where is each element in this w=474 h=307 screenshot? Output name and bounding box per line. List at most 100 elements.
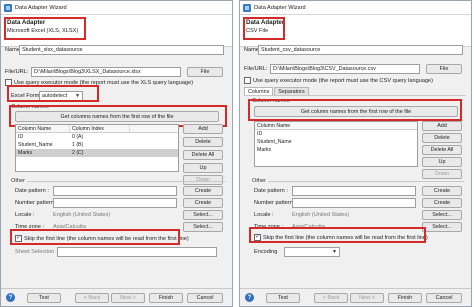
up-button[interactable]: Up — [422, 157, 462, 167]
delete-all-button[interactable]: Delete All — [422, 145, 462, 155]
col-header-name: Column Name — [257, 122, 291, 129]
cell-column-index: 2 (C) — [72, 150, 84, 156]
name-field[interactable]: Student_xlsx_datasource — [19, 45, 224, 55]
add-button[interactable]: Add — [183, 124, 223, 134]
file-url-field[interactable]: D:\Milan\Blogs\Blog3\XLSX_Datasource.xls… — [31, 67, 181, 77]
file-button[interactable]: File — [426, 64, 462, 74]
up-button[interactable]: Up — [183, 163, 223, 173]
help-icon[interactable]: ? — [245, 293, 254, 302]
query-executor-label: Use query executor mode (the report must… — [253, 77, 434, 84]
locale-select-button[interactable]: Select... — [422, 210, 462, 220]
divider — [27, 181, 225, 182]
date-pattern-field[interactable] — [53, 186, 177, 196]
file-button[interactable]: File — [187, 67, 223, 77]
back-button[interactable]: < Back — [75, 293, 109, 303]
cell-column-name: ID — [18, 134, 24, 140]
help-icon[interactable]: ? — [6, 293, 15, 302]
number-create-button[interactable]: Create — [422, 198, 462, 208]
skip-first-line-checkbox[interactable] — [254, 233, 261, 241]
table-row[interactable]: Student_Name — [255, 138, 417, 146]
skip-first-line-label: Skip the first line (the column names wi… — [263, 234, 428, 241]
cancel-button[interactable]: Cancel — [426, 293, 462, 303]
delete-all-button[interactable]: Delete All — [183, 150, 223, 160]
cancel-button[interactable]: Cancel — [187, 293, 223, 303]
chevron-down-icon: ▼ — [332, 249, 337, 255]
date-pattern-label: Date pattern : — [15, 188, 49, 194]
date-pattern-field[interactable] — [292, 186, 416, 196]
query-executor-checkbox[interactable] — [5, 79, 12, 86]
get-columns-button[interactable]: Get columns names from the first row of … — [15, 111, 219, 122]
test-button[interactable]: Test — [27, 293, 61, 303]
file-url-label: File/URL: — [5, 69, 29, 75]
sheet-selection-field[interactable] — [57, 247, 217, 257]
header-title: Data Adapter — [246, 19, 285, 26]
number-pattern-field[interactable] — [292, 198, 416, 208]
divider — [268, 181, 464, 182]
finish-button[interactable]: Finish — [388, 293, 422, 303]
cell-column-name: ID — [257, 131, 263, 137]
query-executor-checkbox[interactable] — [244, 77, 251, 84]
app-icon — [4, 3, 12, 12]
name-field[interactable]: Student_csv_datasource — [258, 45, 463, 55]
add-button[interactable]: Add — [422, 121, 462, 131]
name-label: Name — [244, 47, 259, 53]
locale-value: English (United States) — [53, 212, 111, 218]
query-executor-label: Use query executor mode (the report must… — [14, 79, 194, 86]
chevron-down-icon: ▼ — [75, 93, 80, 99]
down-button[interactable]: Down — [422, 169, 462, 179]
next-button[interactable]: Next > — [111, 293, 145, 303]
app-icon — [243, 3, 251, 12]
table-row[interactable]: Student_Name 1 (B) — [16, 141, 178, 149]
column-names-title: Column names — [11, 104, 49, 110]
locale-label: Locale : — [254, 212, 274, 218]
table-row-selected[interactable]: Marks 2 (C) — [16, 149, 178, 157]
get-columns-button[interactable]: Get column names from the first row of t… — [254, 106, 458, 117]
delete-button[interactable]: Delete — [183, 137, 223, 147]
encoding-label: Encoding — [254, 249, 278, 255]
finish-button[interactable]: Finish — [149, 293, 183, 303]
file-url-field[interactable]: D:\Milan\Blogs\Blog3\CSV_Datasource.csv — [270, 64, 420, 74]
cell-column-index: 0 (A) — [72, 134, 84, 140]
timezone-value: Asia/Calcutta — [53, 224, 86, 230]
excel-format-value: autodetect — [42, 93, 68, 99]
tab-divider — [244, 95, 466, 96]
table-row[interactable]: ID 0 (A) — [16, 133, 178, 141]
timezone-select-button[interactable]: Select... — [183, 222, 223, 232]
encoding-select[interactable]: ▼ — [284, 247, 340, 257]
col-header-index: Column Index — [70, 125, 130, 132]
csv-adapter-wizard-window: Data Adapter Wizard Data Adapter CSV Fil… — [239, 0, 472, 307]
excel-format-select[interactable]: autodetect ▼ — [39, 91, 83, 101]
timezone-label: Time zone : — [15, 224, 45, 230]
timezone-select-button[interactable]: Select... — [422, 222, 462, 232]
delete-button[interactable]: Delete — [422, 133, 462, 143]
table-row[interactable]: Marks — [255, 146, 417, 154]
wizard-header: Data Adapter Microsoft Excel (XLS, XLSX) — [1, 15, 232, 47]
next-button[interactable]: Next > — [350, 293, 384, 303]
window-title: Data Adapter Wizard — [15, 4, 67, 11]
number-pattern-field[interactable] — [53, 198, 177, 208]
name-label: Name — [5, 47, 20, 53]
column-names-title: Column names — [252, 98, 290, 104]
date-create-button[interactable]: Create — [422, 186, 462, 196]
cell-column-name: Student_Name — [18, 142, 53, 148]
file-url-label: File/URL: — [244, 66, 268, 72]
wizard-footer: ? Test < Back Next > Finish Cancel — [240, 288, 471, 306]
other-title: Other — [11, 178, 25, 184]
cell-column-name: Student_Name — [257, 139, 292, 145]
date-create-button[interactable]: Create — [183, 186, 223, 196]
locale-label: Locale : — [15, 212, 35, 218]
timezone-value: Asia/Calcutta — [292, 224, 325, 230]
locale-select-button[interactable]: Select... — [183, 210, 223, 220]
test-button[interactable]: Test — [266, 293, 300, 303]
cell-column-name: Marks — [257, 147, 272, 153]
table-row[interactable]: ID — [255, 130, 417, 138]
window-title: Data Adapter Wizard — [254, 4, 306, 11]
down-button[interactable]: Down — [183, 175, 223, 185]
timezone-label: Time zone : — [254, 224, 284, 230]
cell-column-name: Marks — [18, 150, 33, 156]
other-title: Other — [252, 178, 266, 184]
back-button[interactable]: < Back — [314, 293, 348, 303]
skip-first-line-label: Skip the first line (the column names wi… — [24, 235, 189, 242]
number-create-button[interactable]: Create — [183, 198, 223, 208]
skip-first-line-checkbox[interactable] — [15, 234, 22, 242]
